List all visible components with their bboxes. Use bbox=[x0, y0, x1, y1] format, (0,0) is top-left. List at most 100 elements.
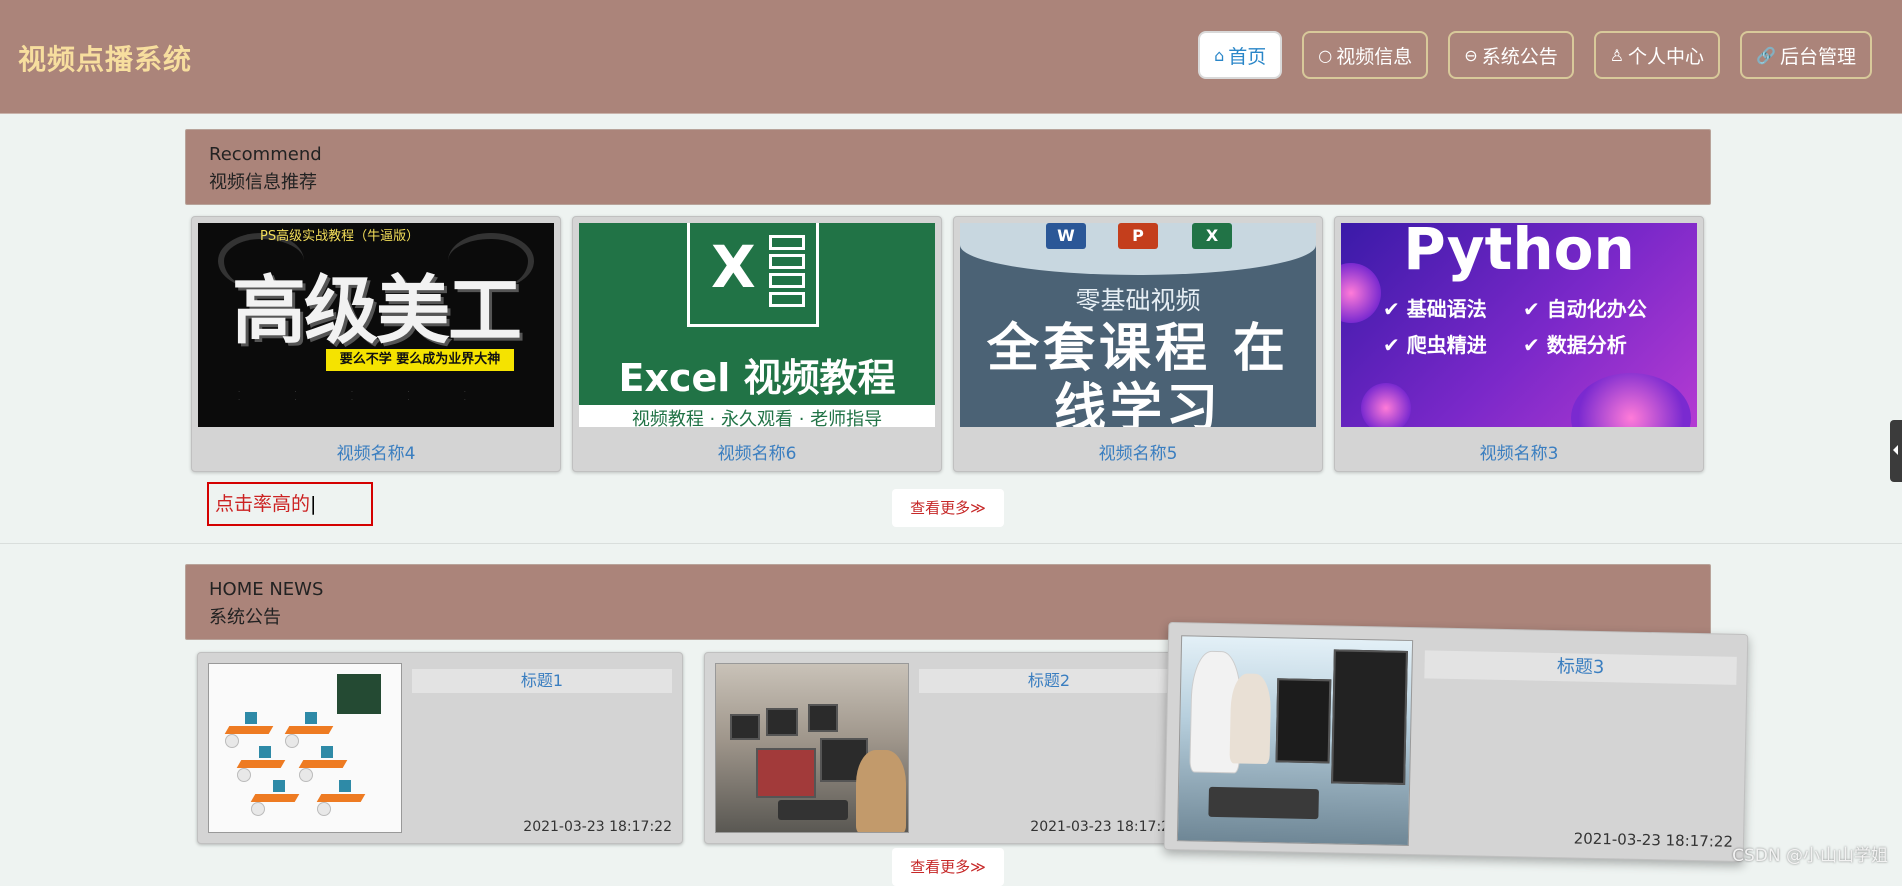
news-card[interactable]: 标题1 2021-03-23 18:17:22 bbox=[197, 652, 683, 844]
desk bbox=[284, 726, 334, 734]
keyboard bbox=[778, 800, 848, 820]
poster-banner: 要么不学 要么成为业界大神 bbox=[326, 349, 514, 371]
top-navbar: 视频点播系统 ⌂ 首页 ○ 视频信息 ⊖ 系统公告 ♙ 个人中心 🔗 后台管理 bbox=[0, 0, 1902, 114]
section-divider bbox=[0, 543, 1902, 544]
video-poster[interactable]: X Excel 视频教程 视频教程 · 永久观看 · 老师指导 bbox=[579, 223, 935, 427]
news-title[interactable]: 标题2 bbox=[919, 669, 1179, 693]
poster-feature-text: 数据分析 bbox=[1546, 333, 1627, 357]
keyboard bbox=[1208, 786, 1319, 820]
poster-banner: 视频教程 · 永久观看 · 老师指导 bbox=[579, 405, 935, 427]
video-card[interactable]: W P X 零基础视频 全套课程 在线学习 视频名称5 bbox=[953, 216, 1323, 472]
person bbox=[856, 750, 906, 832]
recommend-section-header: Recommend 视频信息推荐 bbox=[185, 129, 1711, 205]
text-caret: | bbox=[310, 493, 317, 515]
student-figure bbox=[237, 768, 251, 782]
student-figure bbox=[251, 802, 265, 816]
video-poster[interactable]: W P X 零基础视频 全套课程 在线学习 bbox=[960, 223, 1316, 427]
nav-home-button[interactable]: ⌂ 首页 bbox=[1198, 31, 1283, 79]
nav-label: 个人中心 bbox=[1628, 45, 1705, 68]
monitor bbox=[808, 704, 838, 732]
side-toggle-handle[interactable] bbox=[1890, 420, 1902, 482]
video-card[interactable]: X Excel 视频教程 视频教程 · 永久观看 · 老师指导 视频名称6 bbox=[572, 216, 942, 472]
database-icon: ⊖ bbox=[1464, 45, 1478, 65]
desk bbox=[224, 726, 274, 734]
video-card[interactable]: PS高级实战教程（牛逼版） 高级美工 要么不学 要么成为业界大神 · · · ·… bbox=[191, 216, 561, 472]
word-icon: W bbox=[1046, 223, 1086, 249]
section-title-cn: 视频信息推荐 bbox=[209, 172, 317, 193]
poster-caption: PS高级实战教程（牛逼版） bbox=[260, 229, 420, 244]
news-more-button[interactable]: 查看更多≫ bbox=[892, 848, 1004, 886]
poster-feature-text: 爬虫精进 bbox=[1406, 333, 1487, 357]
click-rate-input[interactable]: 点击率高的| bbox=[207, 482, 373, 526]
news-card[interactable]: 标题2 2021-03-23 18:17:22 bbox=[704, 652, 1190, 844]
excel-icon: X bbox=[1192, 223, 1232, 249]
video-title[interactable]: 视频名称5 bbox=[954, 439, 1322, 464]
poster-feature-text: 基础语法 bbox=[1406, 297, 1487, 321]
poster-dots: · · · · · · · · · · bbox=[238, 388, 493, 404]
section-title-en: HOME NEWS bbox=[209, 579, 324, 600]
video-title[interactable]: 视频名称3 bbox=[1335, 439, 1703, 464]
link-icon: 🔗 bbox=[1756, 45, 1776, 65]
blackboard bbox=[337, 674, 381, 714]
desk bbox=[250, 794, 300, 802]
poster-decoration bbox=[1361, 383, 1411, 427]
section-title-en: Recommend bbox=[209, 144, 322, 165]
nav-video-info-button[interactable]: ○ 视频信息 bbox=[1302, 31, 1429, 79]
watermark: CSDN @小山山学姐 bbox=[1732, 846, 1888, 866]
nav-announcement-button[interactable]: ⊖ 系统公告 bbox=[1448, 31, 1574, 79]
poster-feature: ✔ 基础语法 bbox=[1383, 297, 1487, 321]
nav-admin-button[interactable]: 🔗 后台管理 bbox=[1740, 31, 1872, 79]
excel-rows-icon bbox=[769, 235, 805, 311]
nav-label: 后台管理 bbox=[1779, 45, 1856, 68]
monitor bbox=[245, 712, 257, 724]
poster-decoration bbox=[1571, 373, 1691, 427]
nav-profile-button[interactable]: ♙ 个人中心 bbox=[1593, 31, 1721, 79]
video-poster[interactable]: Python ✔ 基础语法 ✔ 自动化办公 ✔ 爬虫精进 ✔ 数据分析 bbox=[1341, 223, 1697, 427]
home-icon: ⌂ bbox=[1214, 45, 1225, 65]
news-thumbnail[interactable] bbox=[208, 663, 402, 833]
news-date: 2021-03-23 18:17:22 bbox=[1030, 819, 1179, 835]
video-card[interactable]: Python ✔ 基础语法 ✔ 自动化办公 ✔ 爬虫精进 ✔ 数据分析 视频名称… bbox=[1334, 216, 1704, 472]
poster-headline: 全套课程 在线学习 bbox=[986, 319, 1290, 427]
student-figure bbox=[317, 802, 331, 816]
desk bbox=[236, 760, 286, 768]
recommend-more-button[interactable]: 查看更多≫ bbox=[892, 489, 1004, 527]
poster-feature-text: 自动化办公 bbox=[1546, 297, 1647, 321]
news-date: 2021-03-23 18:17:22 bbox=[1573, 829, 1734, 851]
main-nav: ⌂ 首页 ○ 视频信息 ⊖ 系统公告 ♙ 个人中心 🔗 后台管理 bbox=[1198, 31, 1872, 79]
video-poster[interactable]: PS高级实战教程（牛逼版） 高级美工 要么不学 要么成为业界大神 · · · ·… bbox=[198, 223, 554, 427]
monitor bbox=[339, 780, 351, 792]
powerpoint-icon: P bbox=[1118, 223, 1158, 249]
person bbox=[1229, 673, 1272, 765]
poster-caption: 零基础视频 bbox=[1075, 286, 1201, 315]
poster-headline: Excel 视频教程 bbox=[618, 356, 896, 400]
section-title-cn: 系统公告 bbox=[209, 607, 281, 628]
video-title[interactable]: 视频名称6 bbox=[573, 439, 941, 464]
nav-label: 视频信息 bbox=[1336, 45, 1413, 68]
poster-headline: 高级美工 bbox=[232, 268, 522, 354]
monitor bbox=[1331, 649, 1408, 785]
student-figure bbox=[225, 734, 239, 748]
news-title[interactable]: 标题1 bbox=[412, 669, 672, 693]
monitor bbox=[321, 746, 333, 758]
student-figure bbox=[285, 734, 299, 748]
monitor bbox=[259, 746, 271, 758]
site-brand[interactable]: 视频点播系统 bbox=[18, 38, 192, 78]
poster-headline: Python bbox=[1403, 223, 1635, 283]
poster-feature: ✔ 爬虫精进 bbox=[1383, 333, 1487, 357]
news-card[interactable]: 标题3 2021-03-23 18:17:22 bbox=[1163, 621, 1749, 863]
nav-label: 系统公告 bbox=[1481, 45, 1558, 68]
monitor bbox=[305, 712, 317, 724]
monitor bbox=[766, 708, 798, 736]
monitor bbox=[273, 780, 285, 792]
news-thumbnail[interactable] bbox=[715, 663, 909, 833]
poster-feature: ✔ 数据分析 bbox=[1523, 333, 1627, 357]
news-title[interactable]: 标题3 bbox=[1424, 650, 1737, 685]
news-date: 2021-03-23 18:17:22 bbox=[523, 819, 672, 835]
desk bbox=[298, 760, 348, 768]
monitor bbox=[730, 714, 760, 740]
video-title[interactable]: 视频名称4 bbox=[192, 439, 560, 464]
student-figure bbox=[299, 768, 313, 782]
news-thumbnail[interactable] bbox=[1176, 635, 1414, 847]
poster-feature: ✔ 自动化办公 bbox=[1523, 297, 1647, 321]
